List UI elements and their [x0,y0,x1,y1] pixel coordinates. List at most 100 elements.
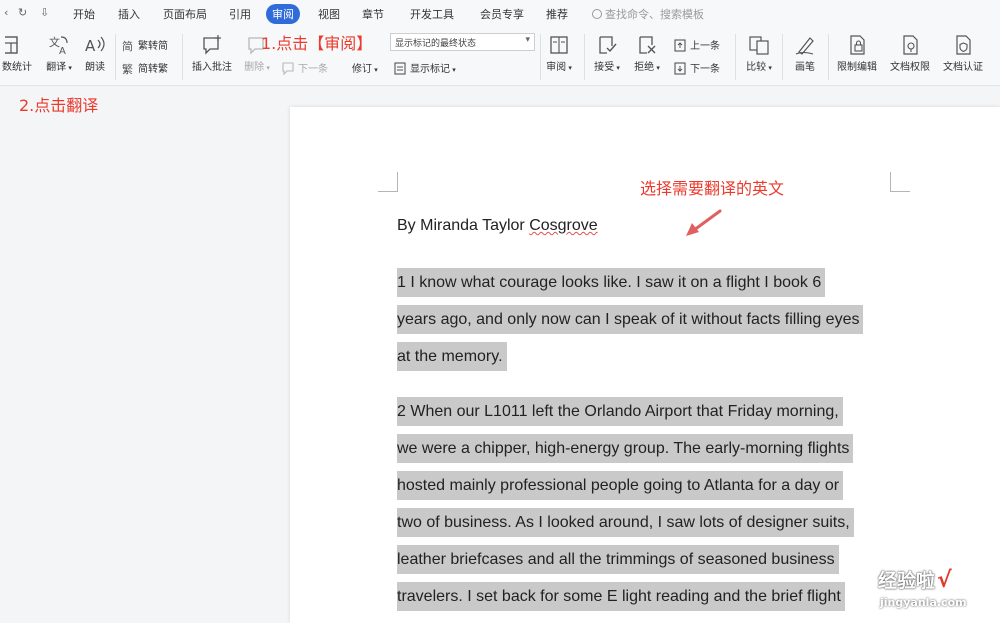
show-markup-button[interactable]: 显示标记 ▾ [394,60,456,75]
restrict-editing-label: 限制编辑 [837,62,877,73]
tab-view[interactable]: 视图 [318,6,340,22]
chevron-down-icon: ▾ [525,35,530,45]
back-icon[interactable]: ‹ [4,6,8,19]
watermark-brand: 经验啦 [878,570,936,592]
translate-button[interactable]: 文 A 翻译 ▾ [42,34,76,73]
review-pane-button[interactable]: 审阅 ▾ [542,34,576,73]
doc-permission-button[interactable]: 文档权限 [885,34,935,73]
author-line[interactable]: By Miranda Taylor Cosgrove [397,217,598,235]
text-line: leather briefcases and all the trimmings… [397,545,839,574]
menu-bar: ‹ ↻ ⇩ 开始 插入 页面布局 引用 审阅 视图 章节 开发工具 会员专享 推… [0,0,1000,28]
tab-review[interactable]: 审阅 [266,4,300,24]
word-count-button[interactable]: 数统计 [0,34,34,73]
tab-page-layout[interactable]: 页面布局 [163,6,207,22]
ink-label: 画笔 [795,62,815,73]
track-changes-button[interactable]: 修订 ▾ [352,60,378,75]
ink-button[interactable]: 画笔 [788,34,822,73]
annotation-step-1: 1.点击【审阅】 [261,34,373,53]
shield-icon [956,35,971,55]
read-aloud-button[interactable]: A 朗读 [80,34,110,73]
insert-comment-label: 插入批注 [192,62,232,73]
tab-references[interactable]: 引用 [229,6,251,22]
crop-mark-left [378,172,398,192]
word-count-label: 数统计 [2,62,32,73]
author-surname: Cosgrove [529,217,598,234]
simp-to-trad-button[interactable]: 繁简转繁 [122,60,168,76]
next-change-label: 下一条 [690,64,720,75]
text-line: 1 I know what courage looks like. I saw … [397,268,826,297]
watermark-url: jingyanla.com [880,596,967,609]
next-comment-button[interactable]: 下一条 [282,60,328,76]
read-aloud-label: 朗读 [85,62,105,73]
lock-document-icon [850,35,865,55]
compare-label: 比较 [746,62,767,73]
text-line: 2 When our L1011 left the Orlando Airpor… [397,397,843,426]
show-markup-icon [394,62,406,75]
text-line: hosted mainly professional people going … [397,471,844,500]
prev-change-label: 上一条 [690,41,720,52]
text-line: years ago, and only now can I speak of i… [397,305,864,334]
insert-comment-button[interactable]: 插入批注 [188,34,236,73]
annotation-arrow-icon [686,209,722,236]
tab-member[interactable]: 会员专享 [480,6,524,22]
ribbon-review: 数统计 文 A 翻译 ▾ A 朗读 简繁转简 繁简转繁 插入批注 删除 ▾ 下一… [0,28,1000,86]
left-pane [0,87,290,623]
svg-text:繁: 繁 [122,62,133,75]
tab-section[interactable]: 章节 [362,6,384,22]
text-line: we were a chipper, high-energy group. Th… [397,434,854,463]
watermark-logo: 经验啦√ [878,566,952,593]
prev-change-icon [674,39,686,52]
compare-icon [749,36,769,55]
trad-to-simp-label: 繁转简 [138,41,168,52]
doc-certify-button[interactable]: 文档认证 [938,34,988,73]
accept-button[interactable]: 接受 ▾ [590,34,624,73]
author-name: By Miranda Taylor [397,217,530,234]
trad-simp-icon: 简 [122,39,133,53]
doc-permission-label: 文档权限 [890,62,930,73]
reject-icon [639,36,656,54]
translate-icon: 文 A [49,35,68,56]
track-changes-label: 修订 [352,64,372,75]
accept-icon [599,36,617,54]
svg-text:简: 简 [122,39,133,52]
trad-to-simp-button[interactable]: 简繁转简 [122,37,168,53]
word-count-icon [5,36,18,54]
command-search[interactable]: 查找命令、搜索模板 [592,6,704,22]
show-markup-label: 显示标记 [410,64,450,75]
review-pane-label: 审阅 [546,62,567,73]
permission-icon [903,35,918,55]
markup-mode-select[interactable]: 显示标记的最终状态 ▾ [390,33,535,51]
simp-trad-icon: 繁 [122,62,133,76]
next-change-icon [674,62,686,75]
svg-text:A: A [85,37,96,55]
next-change-button[interactable]: 下一条 [674,60,720,75]
accept-label: 接受 [594,62,615,73]
annotation-select-hint: 选择需要翻译的英文 [640,179,785,198]
reject-button[interactable]: 拒绝 ▾ [630,34,664,73]
search-icon [592,9,602,19]
compare-button[interactable]: 比较 ▾ [742,34,776,73]
customize-icon[interactable]: ⇩ [40,6,49,19]
review-pane-icon [550,36,568,54]
text-line: two of business. As I looked around, I s… [397,508,854,537]
tab-developer[interactable]: 开发工具 [410,6,454,22]
paragraph-2[interactable]: 2 When our L1011 left the Orlando Airpor… [397,393,917,615]
paragraph-1[interactable]: 1 I know what courage looks like. I saw … [397,264,917,375]
text-line: travelers. I set back for some E light r… [397,582,845,611]
comment-add-icon [203,35,221,55]
svg-text:A: A [59,46,66,56]
translate-label: 翻译 [46,62,67,73]
redo-icon[interactable]: ↻ [18,6,27,19]
next-comment-label: 下一条 [298,64,328,75]
text-line: at the memory. [397,342,507,371]
markup-mode-value: 显示标记的最终状态 [395,39,477,49]
prev-change-button[interactable]: 上一条 [674,37,720,52]
tab-home[interactable]: 开始 [73,6,95,22]
next-comment-icon [282,62,294,76]
tab-insert[interactable]: 插入 [118,6,140,22]
crop-mark-right [890,172,910,192]
pen-icon [795,37,814,55]
restrict-editing-button[interactable]: 限制编辑 [832,34,882,73]
doc-certify-label: 文档认证 [943,62,983,73]
tab-recommend[interactable]: 推荐 [546,6,568,22]
